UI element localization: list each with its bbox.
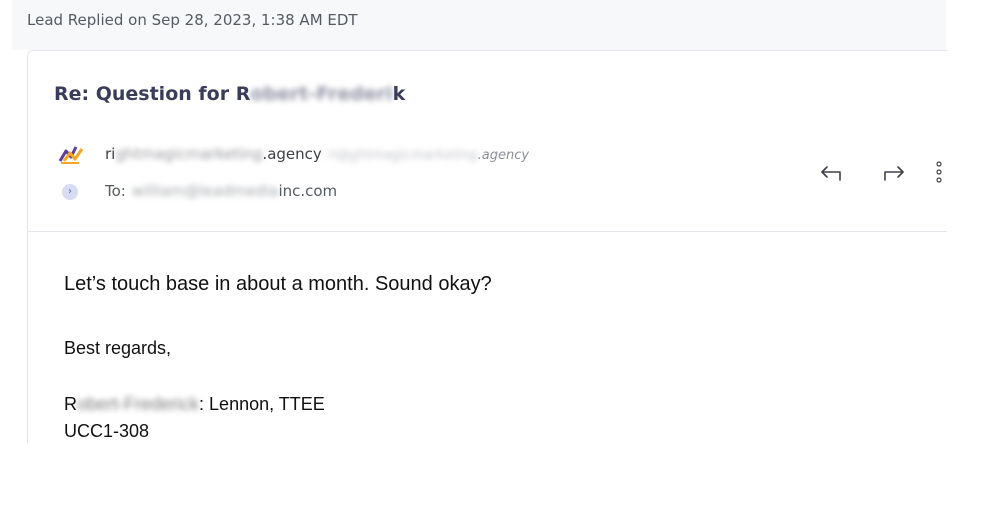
forward-icon[interactable] — [880, 161, 906, 183]
header-divider — [28, 231, 947, 232]
activity-header: Lead Replied on Sep 28, 2023, 1:38 AM ED… — [27, 11, 358, 29]
email-card: Re: Question for Robert-Frederik rightma… — [27, 50, 947, 443]
sender-name-suffix: .agency — [262, 145, 322, 163]
to-label: To: — [105, 182, 126, 200]
email-body-line: Let’s touch base in about a month. Sound… — [64, 273, 492, 295]
sender-line: rightmagicmarketing.agency ri@ghtmagicmar… — [105, 145, 529, 163]
recipient-line: To: william@leadmediainc.com — [105, 182, 337, 200]
subject-prefix: Re: Question for R — [54, 83, 251, 105]
brand-logo-icon — [58, 146, 84, 164]
sender-name-prefix: ri — [105, 145, 116, 163]
email-closing: Best regards, — [64, 338, 172, 358]
recipient-suffix: inc.com — [278, 182, 338, 200]
recipient-redacted: william@leadmedia — [131, 182, 279, 200]
subject-redacted: obert-Frederi — [250, 83, 393, 105]
reply-icon[interactable] — [819, 161, 845, 183]
signature-suffix: : Lennon, TTEE — [199, 394, 325, 414]
chevron-right-icon[interactable]: › — [62, 184, 78, 200]
email-signature: Robert-Frederick: Lennon, TTEE — [64, 394, 325, 415]
subject-suffix: k — [392, 83, 406, 105]
email-subject: Re: Question for Robert-Frederik — [54, 83, 405, 105]
signature-redacted: obert-Frederick — [77, 394, 200, 414]
sender-email: ri@ghtmagicmarketing.agency — [328, 148, 529, 163]
sender-name-redacted: ghtmagicmarketing — [115, 145, 263, 163]
more-vertical-icon[interactable] — [932, 161, 946, 183]
sender-email-suffix: .agency — [477, 148, 530, 163]
signature-prefix: R — [64, 394, 77, 414]
sender-email-redacted: ri@ghtmagicmarketing — [327, 148, 478, 163]
email-signature-code: UCC1-308 — [64, 421, 150, 441]
